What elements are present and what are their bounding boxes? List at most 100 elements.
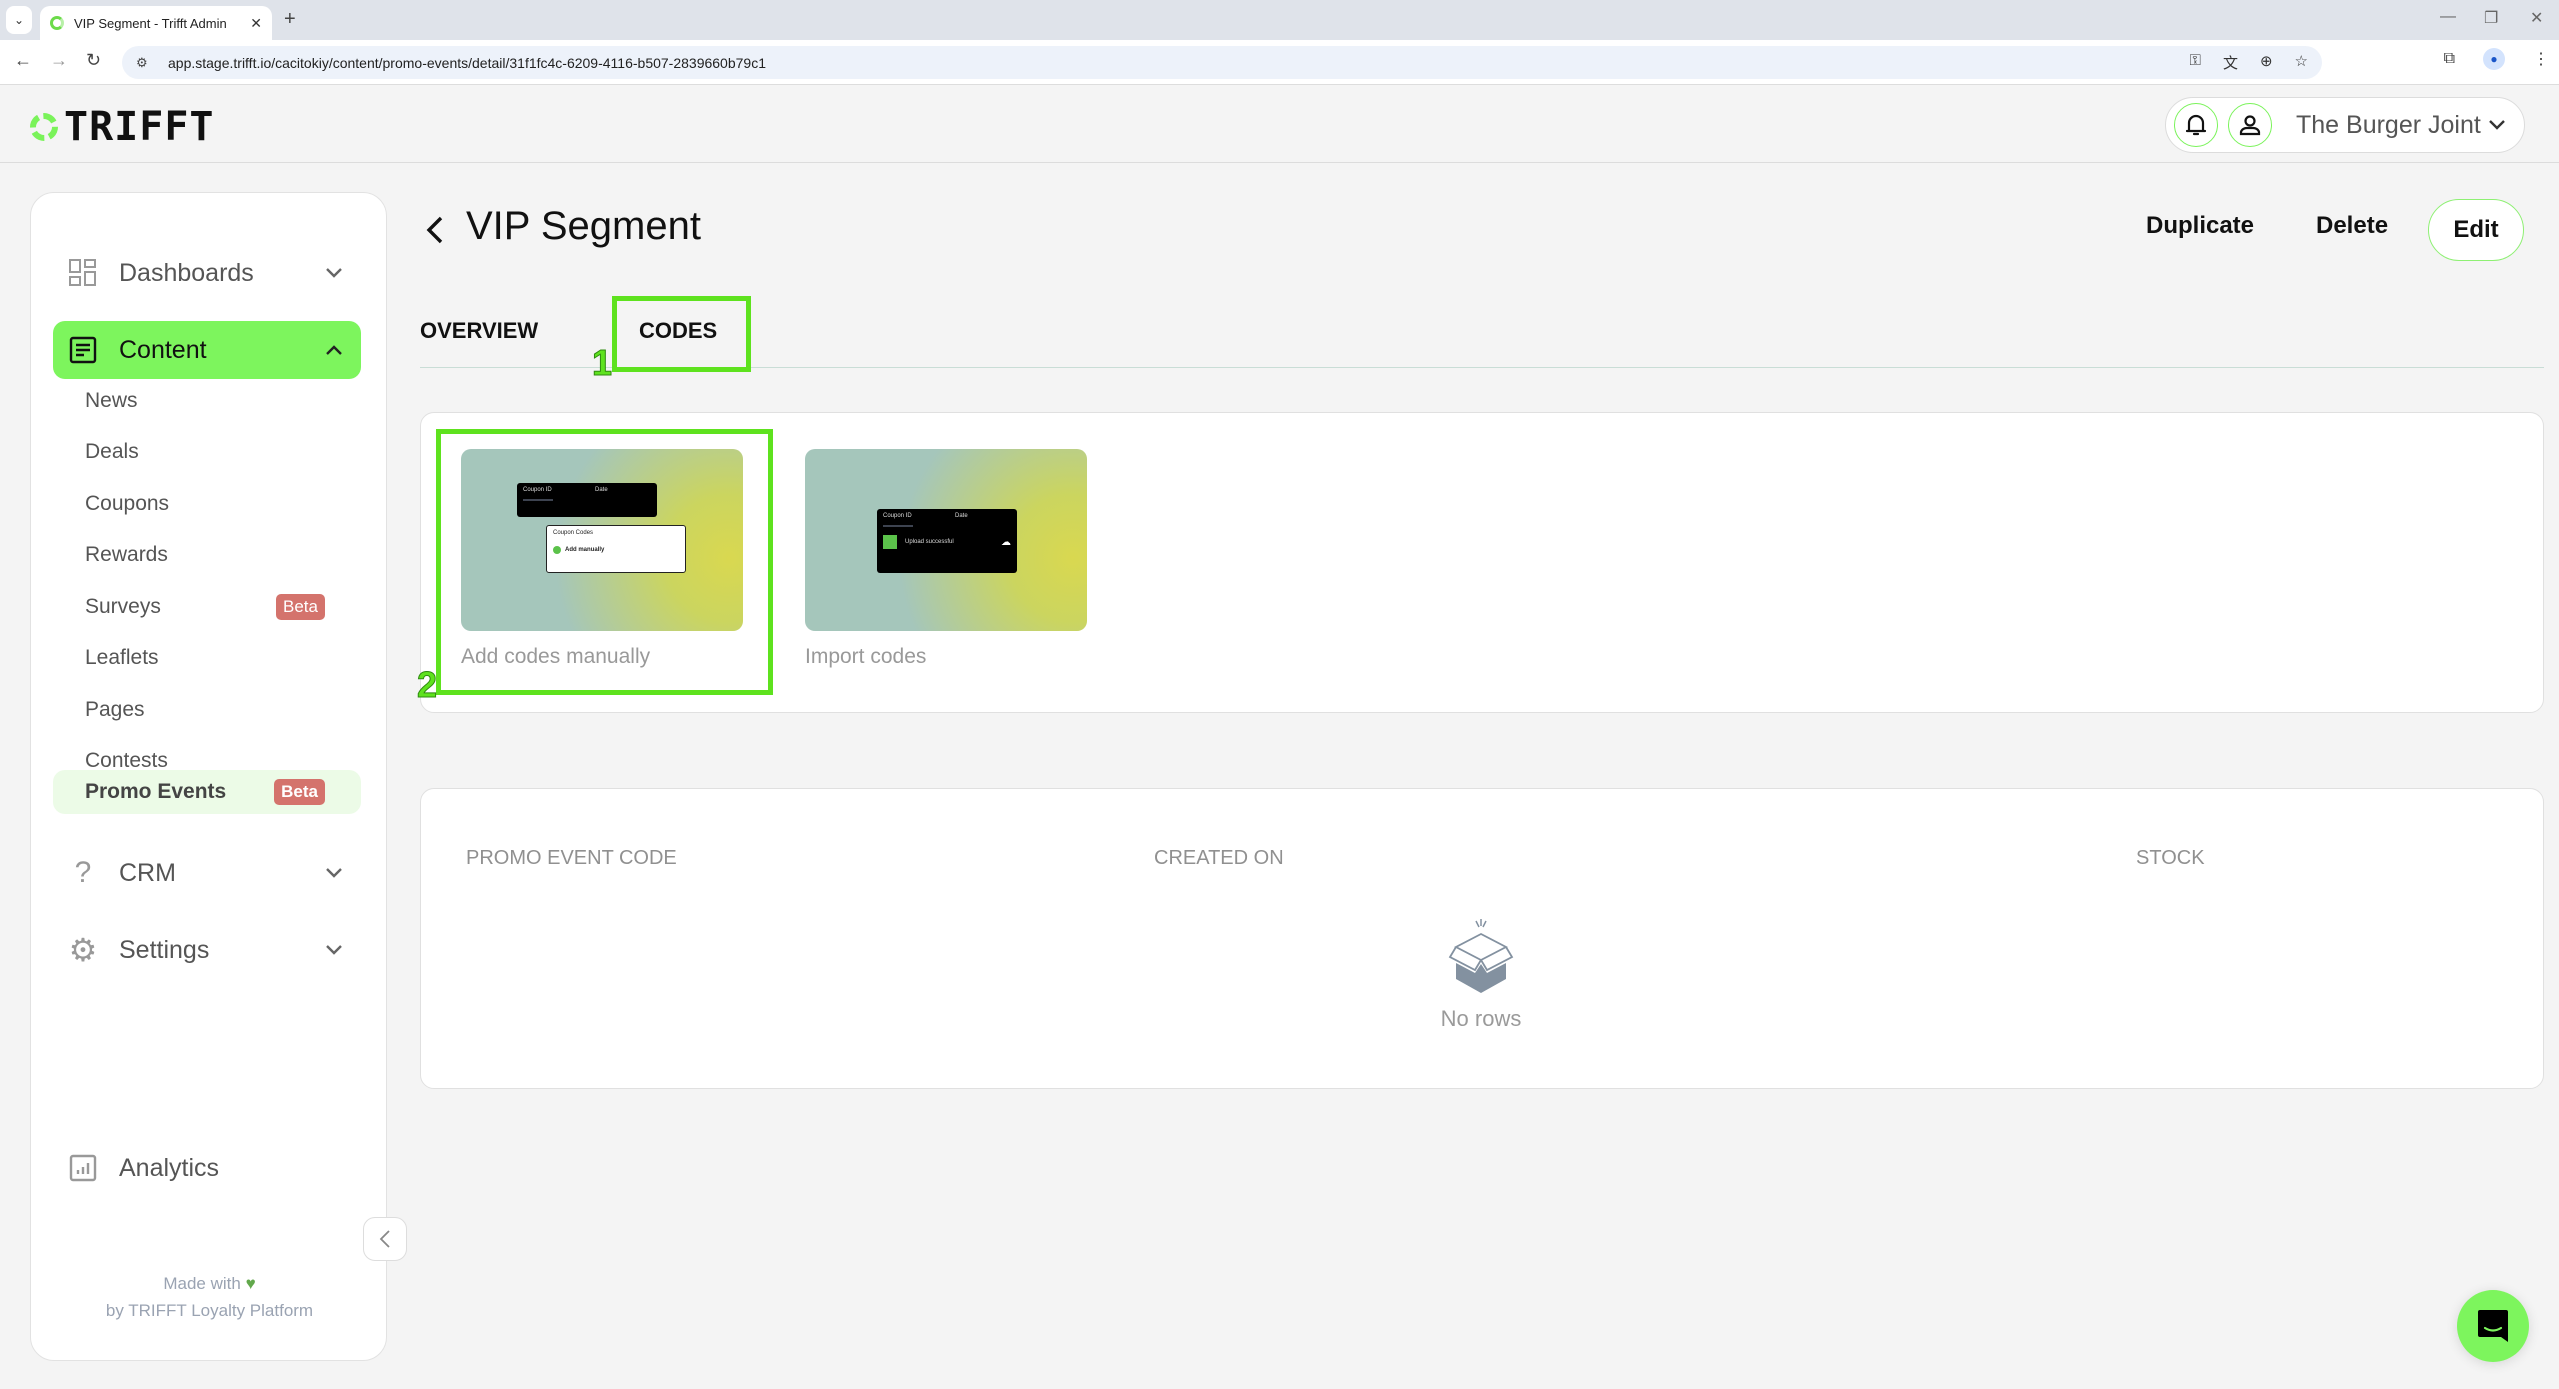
sidebar-subitem-label: Coupons bbox=[85, 492, 170, 515]
annotation-highlight-codes-tab bbox=[612, 296, 751, 372]
import-codes-card[interactable]: Coupon ID Date Upload successful ☁ Impor… bbox=[805, 449, 1087, 669]
footer-credit: Made with ♥ by TRIFFT Loyalty Platform bbox=[31, 1270, 388, 1324]
bookmark-star-icon[interactable]: ☆ bbox=[2295, 52, 2308, 73]
footer-made-with: Made with bbox=[163, 1274, 241, 1293]
sidebar-subitem-label: Promo Events bbox=[85, 780, 227, 803]
sidebar-subitem-leaflets[interactable]: Leaflets bbox=[53, 636, 361, 680]
back-button[interactable] bbox=[420, 210, 450, 250]
sidebar-subitem-label: News bbox=[85, 389, 138, 412]
sidebar-subitem-news[interactable]: News bbox=[53, 379, 361, 423]
column-header-stock[interactable]: STOCK bbox=[2136, 847, 2205, 870]
cloud-upload-icon: ☁ bbox=[1001, 536, 1011, 548]
import-codes-illustration: Coupon ID Date Upload successful ☁ bbox=[805, 449, 1087, 631]
browser-tab-title: VIP Segment - Trifft Admin bbox=[74, 15, 227, 31]
reload-icon[interactable]: ↻ bbox=[86, 50, 101, 71]
annotation-marker-1: 1 bbox=[591, 342, 613, 384]
zoom-icon[interactable]: ⊕ bbox=[2260, 52, 2273, 73]
browser-tab[interactable]: VIP Segment - Trifft Admin ✕ bbox=[40, 6, 272, 40]
option-label: Import codes bbox=[805, 645, 927, 668]
close-window-icon[interactable]: ✕ bbox=[2530, 8, 2543, 28]
chevron-left-icon bbox=[379, 1230, 390, 1248]
logo-text: TRIFFT bbox=[64, 104, 215, 150]
edit-button[interactable]: Edit bbox=[2428, 199, 2524, 261]
sidebar-item-label: Analytics bbox=[119, 1153, 220, 1182]
sidebar-subitem-surveys[interactable]: Surveys Beta bbox=[53, 585, 361, 629]
preview-col1: Coupon ID bbox=[883, 513, 912, 519]
chevron-down-icon bbox=[326, 268, 342, 278]
close-tab-icon[interactable]: ✕ bbox=[250, 15, 262, 32]
promo-codes-table: PROMO EVENT CODE CREATED ON STOCK No row… bbox=[420, 788, 2544, 1089]
annotation-marker-2: 2 bbox=[416, 664, 438, 706]
sidebar-subitem-rewards[interactable]: Rewards bbox=[53, 533, 361, 577]
profile-avatar-icon[interactable]: ● bbox=[2483, 48, 2505, 70]
chevron-down-icon bbox=[2489, 120, 2505, 130]
chevron-left-icon bbox=[426, 216, 443, 244]
beta-badge: Beta bbox=[274, 779, 325, 805]
sidebar-subitem-deals[interactable]: Deals bbox=[53, 430, 361, 474]
heart-icon: ♥ bbox=[245, 1274, 256, 1293]
preview-col2: Date bbox=[955, 513, 968, 519]
sidebar-item-label: Content bbox=[119, 335, 207, 364]
gear-icon: ⚙ bbox=[68, 932, 98, 968]
preview-line bbox=[883, 525, 913, 527]
extensions-icon[interactable]: ⧉ bbox=[2444, 50, 2455, 68]
app-header: TRIFFT The Burger Joint bbox=[0, 86, 2559, 163]
back-icon[interactable]: ← bbox=[14, 50, 32, 71]
chrome-menu-icon[interactable]: ⋮ bbox=[2533, 49, 2549, 69]
site-info-icon[interactable]: ⚙ bbox=[136, 55, 154, 71]
tab-overview[interactable]: OVERVIEW bbox=[420, 318, 538, 344]
browser-tab-strip: ⌄ VIP Segment - Trifft Admin ✕ + — ❐ ✕ bbox=[0, 0, 2559, 40]
minimize-icon[interactable]: — bbox=[2440, 8, 2456, 26]
sidebar-subitem-coupons[interactable]: Coupons bbox=[53, 482, 361, 526]
trifft-favicon-icon bbox=[50, 16, 64, 30]
restore-icon[interactable]: ❐ bbox=[2484, 8, 2498, 28]
tab-search-button[interactable]: ⌄ bbox=[6, 6, 32, 34]
question-icon: ? bbox=[74, 856, 92, 889]
sidebar-subitem-pages[interactable]: Pages bbox=[53, 688, 361, 732]
sidebar: Dashboards Content News Deals Coupons Re… bbox=[30, 192, 387, 1361]
sidebar-item-analytics[interactable]: Analytics bbox=[53, 1139, 361, 1197]
empty-state: No rows bbox=[1421, 919, 1541, 1032]
user-profile-button[interactable] bbox=[2228, 103, 2272, 147]
sidebar-subitem-label: Rewards bbox=[85, 543, 168, 566]
beta-badge: Beta bbox=[276, 594, 325, 620]
chat-bubble-icon bbox=[2478, 1310, 2508, 1342]
sidebar-item-dashboards[interactable]: Dashboards bbox=[53, 244, 361, 302]
page-title: VIP Segment bbox=[466, 204, 701, 248]
sidebar-subitem-promo-events[interactable]: Promo Events Beta bbox=[53, 770, 361, 814]
translate-icon[interactable]: 文 bbox=[2223, 52, 2238, 73]
delete-button[interactable]: Delete bbox=[2316, 212, 2388, 240]
sidebar-subitem-label: Leaflets bbox=[85, 646, 159, 669]
password-key-icon[interactable]: ⚿ bbox=[2190, 52, 2201, 73]
trifft-logo[interactable]: TRIFFT bbox=[30, 104, 215, 150]
preview-upload-status: Upload successful ☁ bbox=[883, 535, 1011, 549]
chevron-down-icon bbox=[326, 868, 342, 878]
url-text: app.stage.trifft.io/cacitokiy/content/pr… bbox=[168, 54, 766, 71]
duplicate-button[interactable]: Duplicate bbox=[2146, 212, 2254, 240]
chevron-down-icon bbox=[326, 945, 342, 955]
user-icon bbox=[2239, 115, 2261, 136]
column-header-promo-event-code[interactable]: PROMO EVENT CODE bbox=[466, 847, 677, 870]
sidebar-item-label: Dashboards bbox=[119, 258, 254, 287]
sidebar-item-content[interactable]: Content bbox=[53, 321, 361, 379]
sidebar-subitem-label: Surveys bbox=[85, 595, 161, 618]
sidebar-item-settings[interactable]: ⚙ Settings bbox=[53, 921, 361, 979]
url-field[interactable]: ⚙ app.stage.trifft.io/cacitokiy/content/… bbox=[122, 46, 2322, 79]
notifications-button[interactable] bbox=[2174, 103, 2218, 147]
document-lines-icon bbox=[67, 334, 99, 366]
bell-icon bbox=[2185, 114, 2207, 136]
sidebar-item-label: CRM bbox=[119, 858, 176, 887]
collapse-sidebar-button[interactable] bbox=[363, 1217, 407, 1261]
logo-ring-icon bbox=[30, 113, 58, 141]
account-menu[interactable]: The Burger Joint bbox=[2165, 97, 2525, 153]
sidebar-item-crm[interactable]: ? CRM bbox=[53, 844, 361, 902]
sidebar-subitem-label: Pages bbox=[85, 698, 145, 721]
column-header-created-on[interactable]: CREATED ON bbox=[1154, 847, 1284, 870]
chevron-up-icon bbox=[326, 345, 342, 355]
open-box-icon bbox=[1448, 919, 1514, 993]
new-tab-button[interactable]: + bbox=[284, 8, 296, 31]
preview-status-label: Upload successful bbox=[905, 539, 954, 545]
dashboard-grid-icon bbox=[67, 257, 99, 289]
chat-support-button[interactable] bbox=[2457, 1290, 2529, 1362]
forward-icon[interactable]: → bbox=[50, 50, 68, 71]
